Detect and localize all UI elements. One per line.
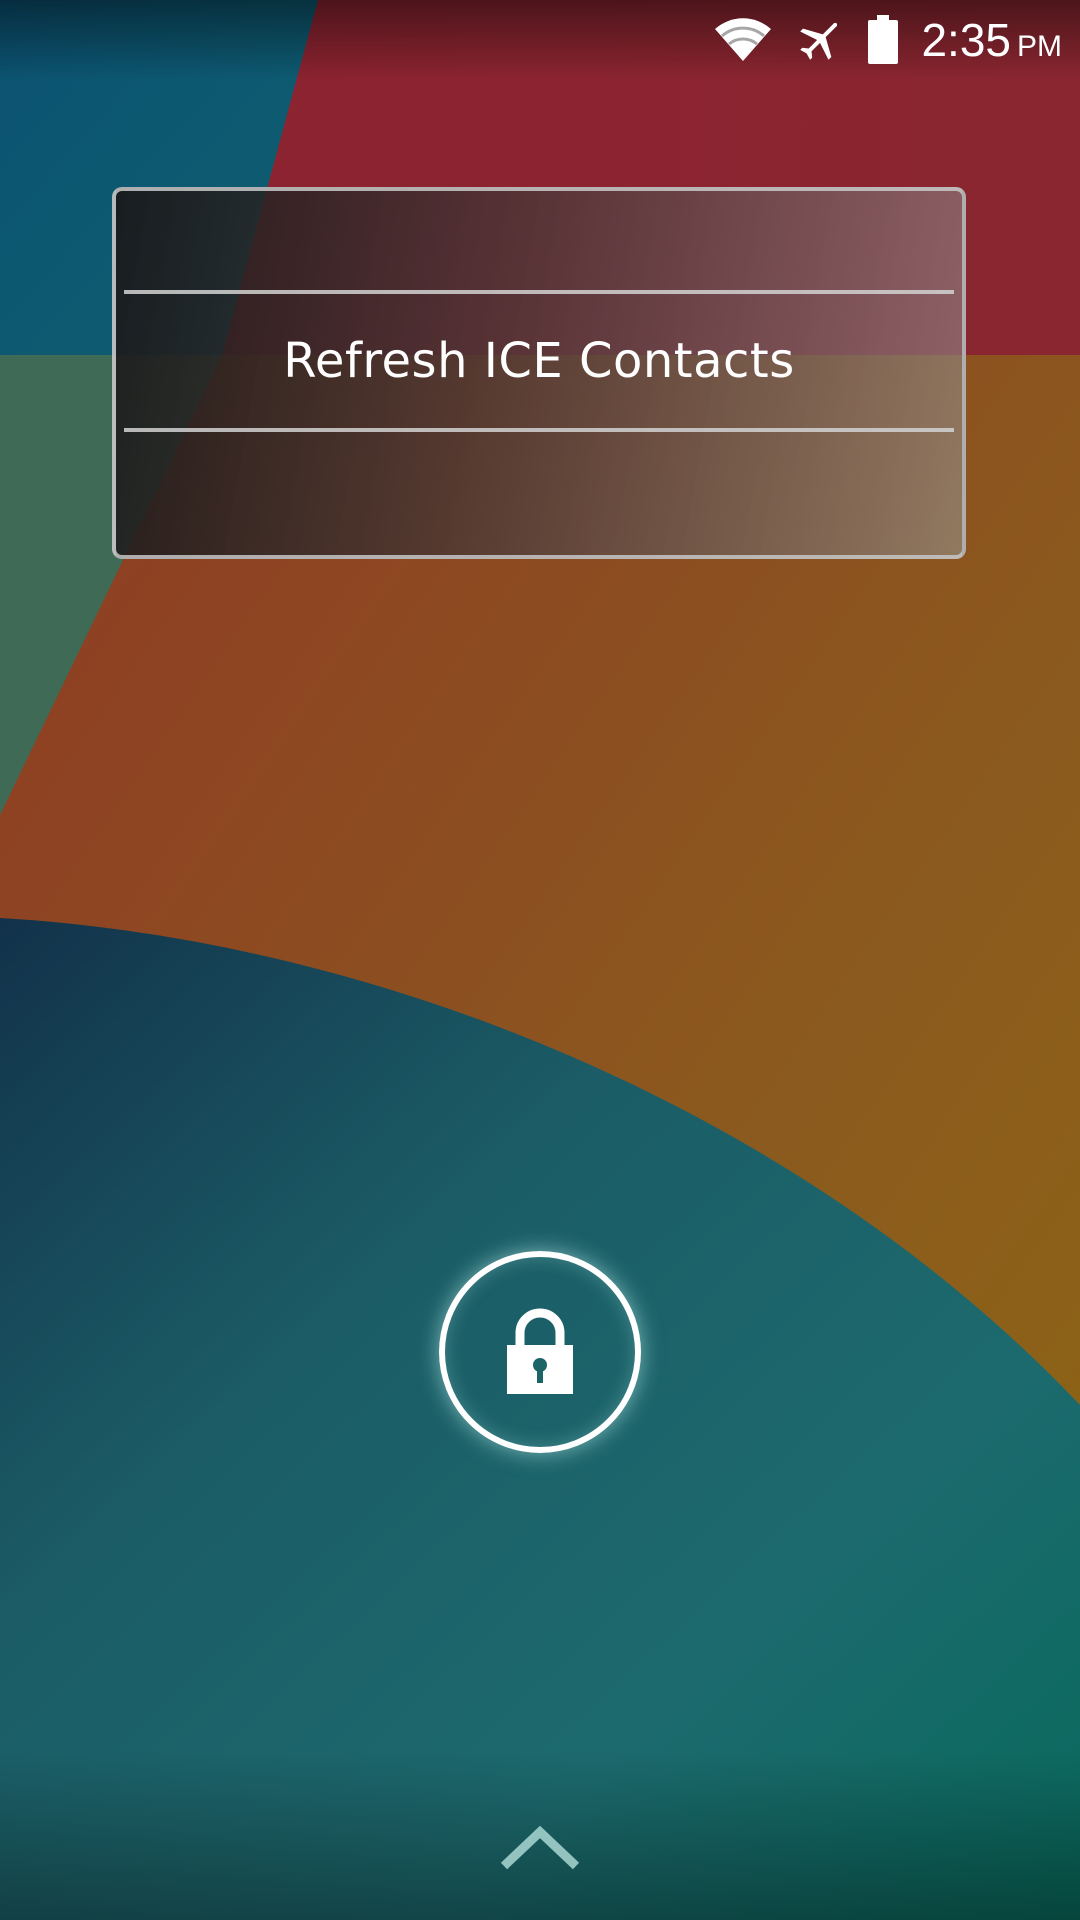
- chevron-up-icon[interactable]: [498, 1822, 582, 1872]
- status-icons: 2:35 PM: [713, 8, 1062, 72]
- wifi-icon: [715, 18, 772, 61]
- clock-time: 2:35: [921, 14, 1011, 66]
- status-bar: 2:35 PM: [0, 0, 1080, 80]
- airplane-mode-icon: [800, 22, 838, 60]
- unlock-button[interactable]: [439, 1251, 641, 1453]
- lock-icon: [507, 1308, 573, 1394]
- divider: [124, 428, 954, 432]
- refresh-ice-contacts-button[interactable]: Refresh ICE Contacts: [124, 294, 954, 428]
- clock: 2:35 PM: [921, 13, 1062, 67]
- battery-icon: [868, 15, 899, 64]
- lock-screen: 2:35 PM Refresh ICE Contacts: [0, 0, 1080, 1920]
- ice-contacts-widget: Refresh ICE Contacts: [112, 187, 966, 559]
- refresh-ice-contacts-label: Refresh ICE Contacts: [283, 333, 795, 389]
- clock-ampm: PM: [1017, 30, 1062, 63]
